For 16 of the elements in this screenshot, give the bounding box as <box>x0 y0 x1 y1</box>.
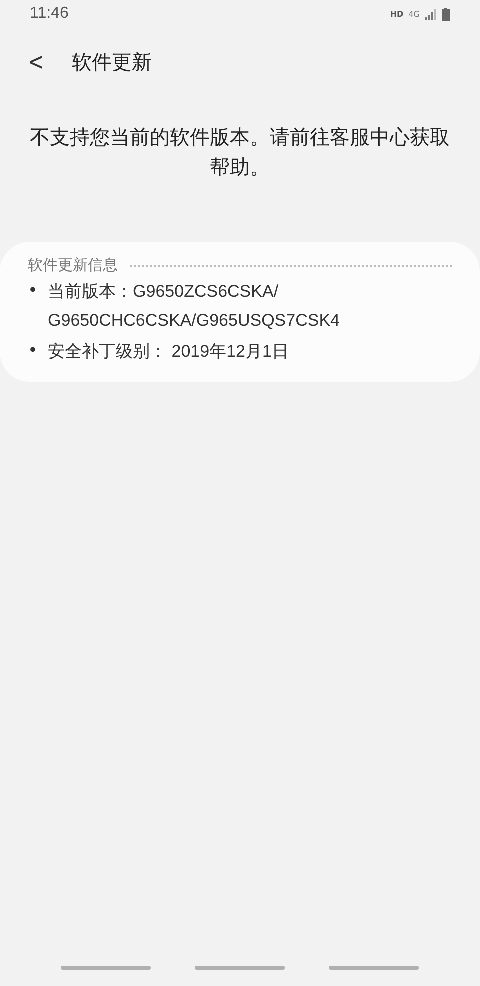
gesture-bar[interactable] <box>195 966 285 970</box>
status-time: 11:46 <box>30 5 69 23</box>
bullet-icon: • <box>28 337 38 366</box>
battery-icon <box>442 8 450 20</box>
info-text: 当前版本：G9650ZCS6CSKA/ G9650CHC6CSKA/G965USQS7CSK4 <box>48 281 342 332</box>
gesture-bar[interactable] <box>329 966 419 970</box>
gesture-bar[interactable] <box>61 966 151 970</box>
network-indicator: 4G <box>408 10 420 18</box>
signal-icon <box>425 8 437 20</box>
page-title: 软件更新 <box>72 48 152 76</box>
section-title: 软件更新信息 <box>28 256 118 275</box>
hd-indicator: HD <box>390 10 404 18</box>
error-message: 不支持您当前的软件版本。请前往客服中心获取帮助。 <box>30 124 450 181</box>
bullet-icon: • <box>28 277 38 335</box>
info-text: 安全补丁级别： 2019年12月1日 <box>48 341 289 363</box>
back-button[interactable]: < <box>23 48 49 76</box>
